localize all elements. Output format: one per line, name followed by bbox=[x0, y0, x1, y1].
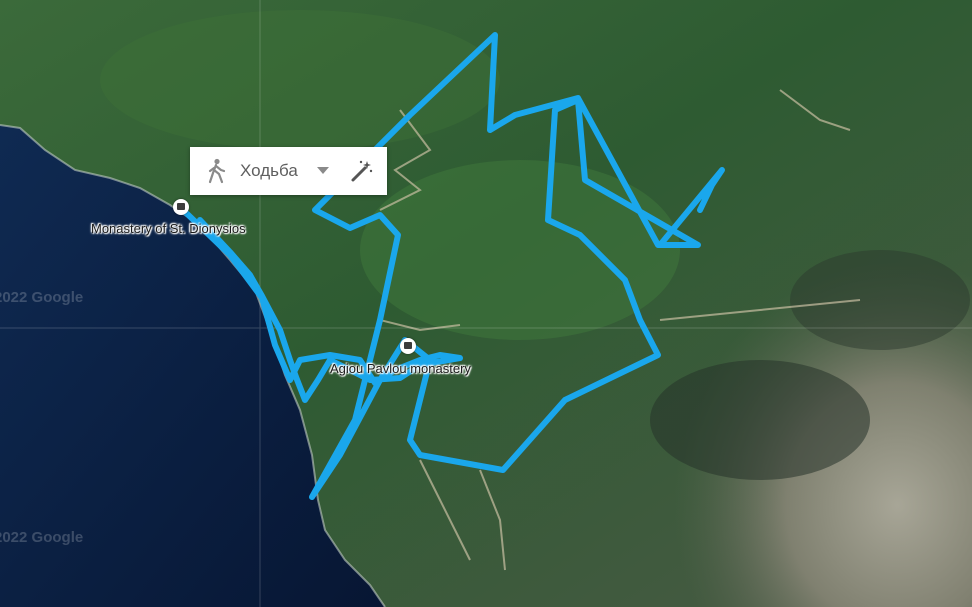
valley-green bbox=[100, 10, 500, 150]
travel-mode-label[interactable]: Ходьба bbox=[240, 161, 308, 181]
satellite-map[interactable]: 2022 Google 2022 Google bbox=[0, 0, 972, 607]
map-watermark: 2022 Google bbox=[0, 529, 83, 546]
monastery-marker-icon[interactable] bbox=[400, 338, 416, 354]
caret-down-icon[interactable] bbox=[314, 161, 332, 181]
place-label-agiou-pavlou[interactable]: Agiou Pavlou monastery bbox=[330, 361, 471, 376]
ridge-shadow bbox=[650, 360, 870, 480]
ridge-shadow bbox=[790, 250, 970, 350]
magic-wand-icon[interactable] bbox=[348, 157, 376, 185]
monastery-marker-icon[interactable] bbox=[173, 199, 189, 215]
travel-mode-selector[interactable]: Ходьба bbox=[190, 147, 387, 195]
map-watermark: 2022 Google bbox=[0, 289, 83, 306]
valley-green bbox=[360, 160, 680, 340]
pedestrian-icon bbox=[200, 155, 232, 187]
place-label-st-dionysios[interactable]: Monastery of St. Dionysios bbox=[91, 221, 246, 236]
